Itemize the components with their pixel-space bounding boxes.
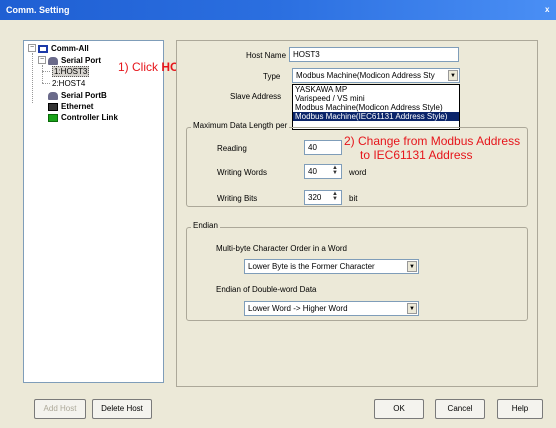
endian-title: Endian [191, 221, 220, 230]
tree-item-ethernet[interactable]: Ethernet [48, 101, 93, 112]
writing-words-input[interactable]: 40 ▲ ▼ [304, 164, 342, 179]
type-option[interactable]: Varispeed / VS mini [293, 94, 459, 103]
type-option[interactable]: Modbus Machine(Modicon Address Style) [293, 103, 459, 112]
multibyte-select[interactable]: Lower Byte is the Former Character ▼ [244, 259, 419, 274]
chevron-down-icon[interactable]: ▼ [448, 70, 458, 81]
add-host-button[interactable]: Add Host [34, 399, 86, 419]
writing-bits-input[interactable]: 320 ▲ ▼ [304, 190, 342, 205]
writing-bits-unit: bit [349, 194, 358, 203]
tree-item-host4[interactable]: 2:HOST4 [52, 78, 85, 89]
tree-item-comm-all[interactable]: Comm-All [38, 43, 89, 54]
type-option-selected[interactable]: Modbus Machine(IEC61131 Address Style) [293, 112, 459, 121]
delete-host-button[interactable]: Delete Host [92, 399, 152, 419]
spinner-icon[interactable]: ▲ ▼ [330, 165, 340, 177]
serial-port-icon [48, 91, 58, 100]
slave-address-label: Slave Address [230, 92, 282, 101]
annotation-step2: 2) Change from Modbus Address to IEC6113… [344, 134, 521, 162]
collapse-icon[interactable]: − [28, 44, 36, 52]
controller-link-icon [48, 113, 58, 122]
computer-icon [38, 44, 48, 53]
tree-item-serial-port-a[interactable]: Serial Port [48, 55, 101, 66]
host-name-label: Host Name [246, 51, 287, 60]
help-button[interactable]: Help [497, 399, 543, 419]
serial-port-icon [48, 56, 58, 65]
max-data-length-title: Maximum Data Length per [191, 121, 290, 130]
tree-item-host3[interactable]: 1:HOST3 [52, 66, 90, 77]
spinner-icon[interactable]: ▲ ▼ [330, 191, 340, 203]
type-select[interactable]: Modbus Machine(Modicon Address Sty ▼ [292, 68, 460, 83]
tree-item-controller-link[interactable]: Controller Link [48, 112, 118, 123]
type-option[interactable]: YASKAWA MP [293, 85, 459, 94]
collapse-icon[interactable]: − [38, 56, 46, 64]
dword-select[interactable]: Lower Word -> Higher Word ▼ [244, 301, 419, 316]
cancel-button[interactable]: Cancel [435, 399, 485, 419]
host-tree[interactable]: − Comm-All − Serial Port 1:HOST3 2:HOST4… [23, 40, 164, 383]
window-title: Comm. Setting [6, 5, 70, 15]
ethernet-icon [48, 102, 58, 111]
writing-bits-label: Writing Bits [217, 194, 258, 203]
tree-item-serial-port-b[interactable]: Serial PortB [48, 90, 107, 101]
window-title-bar: Comm. Setting x [0, 0, 556, 20]
dword-label: Endian of Double-word Data [216, 285, 317, 294]
ok-button[interactable]: OK [374, 399, 424, 419]
writing-words-label: Writing Words [217, 168, 267, 177]
type-label: Type [263, 72, 281, 81]
reading-input[interactable]: 40 [304, 140, 342, 155]
host-name-input[interactable]: HOST3 [289, 47, 459, 62]
reading-label: Reading [217, 144, 247, 153]
chevron-down-icon[interactable]: ▼ [407, 261, 417, 272]
type-dropdown-list[interactable]: YASKAWA MP Varispeed / VS mini Modbus Ma… [292, 84, 460, 130]
chevron-down-icon[interactable]: ▼ [407, 303, 417, 314]
writing-words-unit: word [349, 168, 367, 177]
close-icon[interactable]: x [545, 0, 553, 20]
multibyte-label: Multi-byte Character Order in a Word [216, 244, 348, 253]
